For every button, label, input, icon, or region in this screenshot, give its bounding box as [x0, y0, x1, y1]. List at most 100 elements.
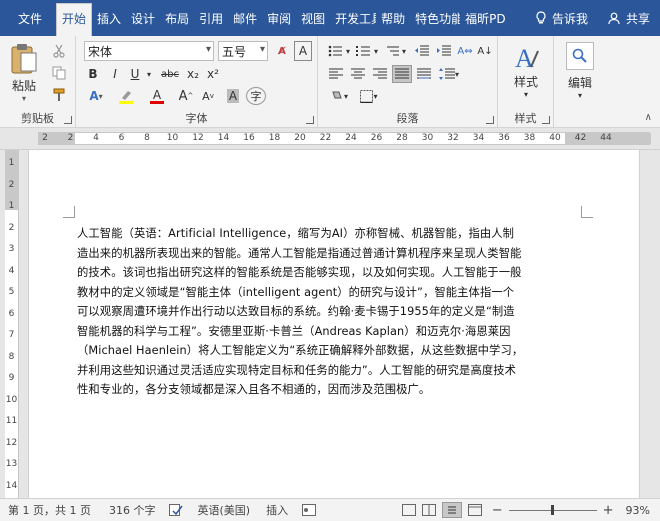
document-line[interactable]: 性和专业的，各分支领域都是深入且各不相通的，因而涉及范围极广。: [77, 380, 577, 400]
document-page[interactable]: 人工智能（英语：Artificial Intelligence，缩写为AI）亦称…: [28, 150, 640, 498]
tab-layout[interactable]: 布局: [160, 3, 194, 33]
increase-indent-button[interactable]: [434, 42, 454, 60]
clipboard-launcher-icon[interactable]: [64, 116, 72, 124]
tab-features[interactable]: 特色功能: [410, 3, 460, 33]
print-layout-icon[interactable]: [441, 502, 462, 518]
tab-review[interactable]: 审阅: [262, 3, 296, 33]
zoom-out-button[interactable]: −: [492, 503, 503, 518]
sort-button[interactable]: A↓: [476, 42, 494, 60]
tab-view[interactable]: 视图: [296, 3, 330, 33]
char-border-button[interactable]: A: [294, 41, 312, 61]
shrink-font-button[interactable]: Av: [198, 87, 218, 105]
font-group-label: 字体: [185, 112, 208, 125]
insert-mode[interactable]: 插入: [266, 502, 288, 518]
grow-font-button[interactable]: A ^: [176, 87, 196, 105]
borders-button[interactable]: ▾: [356, 87, 382, 105]
align-right-button[interactable]: [370, 65, 390, 83]
superscript-button[interactable]: x²: [204, 65, 222, 83]
vruler-number: 12: [5, 437, 18, 448]
document-line[interactable]: （Michael Haenlein）将人工智能定义为“系统正确解释外部数据，从这…: [77, 341, 577, 361]
web-layout-icon[interactable]: [467, 504, 482, 516]
zoom-level[interactable]: 93%: [626, 504, 650, 517]
document-body[interactable]: 人工智能（英语：Artificial Intelligence，缩写为AI）亦称…: [77, 224, 577, 400]
language[interactable]: 英语(美国): [197, 502, 250, 518]
editing-button[interactable]: 编辑 ▾: [558, 40, 602, 102]
document-line[interactable]: 造出来的机器所表现出来的智能。通常人工智能是指通过普通计算机程序来呈现人类智能: [77, 244, 577, 264]
clear-format-button[interactable]: A̸: [273, 41, 291, 61]
align-left-button[interactable]: [326, 65, 346, 83]
chevron-down-icon: ▾: [205, 44, 211, 55]
font-name-select[interactable]: 宋体 ▾: [84, 41, 214, 61]
zoom-slider-thumb[interactable]: [550, 504, 554, 515]
tab-references[interactable]: 引用: [194, 3, 228, 33]
paragraph-group-label: 段落: [396, 112, 419, 125]
tab-insert[interactable]: 插入: [92, 3, 126, 33]
document-line[interactable]: 教材中的定义领域是“智能主体（intelligent agent）的研究与设计”…: [77, 283, 577, 303]
underline-button[interactable]: U: [126, 65, 144, 83]
font-color-button[interactable]: A: [144, 87, 170, 105]
document-line[interactable]: 的技术。该词也指出研究这样的智能系统是否能够实现，以及如何实现。人工智能于一般: [77, 263, 577, 283]
document-line[interactable]: 人工智能（英语：Artificial Intelligence，缩写为AI）亦称…: [77, 224, 577, 244]
text-effects-button[interactable]: A ▾: [84, 87, 108, 105]
document-line[interactable]: 并利用这些知识通过灵活适应实现特定目标和任务的能力”。人工智能的研究是高度技术: [77, 361, 577, 381]
group-paragraph: ▾ ▾ ▾ A⇔ A↓ ▾ ▾ ▾ 段落: [318, 36, 498, 128]
highlighter-icon: [122, 90, 131, 100]
zoom-slider[interactable]: [508, 504, 597, 515]
document-line[interactable]: 可以观察周遭环境并作出行动以达致目标的系统。约翰·麦卡锡于1955年的定义是“制…: [77, 302, 577, 322]
font-launcher-icon[interactable]: [306, 116, 314, 124]
numbering-button[interactable]: ▾: [354, 42, 380, 60]
styles-button[interactable]: A 样式 ▾: [502, 40, 550, 102]
subscript-button[interactable]: x₂: [184, 65, 202, 83]
enclose-char-button[interactable]: 字: [246, 87, 266, 105]
shading-button[interactable]: ▾: [326, 87, 352, 105]
align-center-button[interactable]: [348, 65, 368, 83]
highlight-button[interactable]: [112, 87, 140, 105]
paste-button[interactable]: 粘贴 ▾: [6, 42, 42, 104]
document-line[interactable]: 智能机器的科学与工程”。安德里亚斯·卡普兰（Andreas Kaplan）和迈克…: [77, 322, 577, 342]
line-spacing-button[interactable]: ▾: [436, 65, 462, 83]
vertical-ruler[interactable]: 1 2 1 2 3 4 5 6 7 8 9 10 11 12 13 14: [5, 150, 19, 498]
strikethrough-button[interactable]: abc: [158, 65, 182, 83]
ruler-number: 24: [345, 133, 357, 143]
proofing-icon[interactable]: [169, 504, 184, 516]
tab-design[interactable]: 设计: [126, 3, 160, 33]
chinese-layout-button[interactable]: A⇔: [456, 42, 474, 60]
tab-help[interactable]: 帮助: [376, 3, 410, 33]
styles-launcher-icon[interactable]: [542, 116, 550, 124]
justify-button[interactable]: [392, 65, 412, 83]
focus-mode-icon[interactable]: [401, 504, 416, 516]
tab-foxit[interactable]: 福昕PD: [460, 3, 506, 33]
cut-button[interactable]: [50, 42, 68, 60]
tab-developer[interactable]: 开发工具: [330, 3, 376, 33]
macro-record-icon[interactable]: [302, 504, 317, 516]
underline-dropdown-icon[interactable]: ▾: [144, 65, 154, 83]
distributed-button[interactable]: [414, 65, 434, 83]
italic-button[interactable]: I: [106, 65, 124, 83]
vruler-number: 9: [8, 373, 15, 383]
bold-button[interactable]: B: [84, 65, 102, 83]
ruler-number: 44: [600, 133, 612, 143]
share-button[interactable]: 共享: [598, 10, 660, 27]
horizontal-ruler[interactable]: 2 2 4 6 8 10 12 14 16 18 20 22 24 26 28 30 32 34 36 38 40 42 4…: [0, 128, 660, 150]
format-painter-button[interactable]: [50, 86, 68, 104]
tab-file[interactable]: 文件: [0, 3, 56, 33]
collapse-ribbon-icon[interactable]: ∧: [645, 112, 652, 123]
tab-mailings[interactable]: 邮件: [228, 3, 262, 33]
copy-button[interactable]: [50, 64, 68, 82]
phonetic-guide-button[interactable]: A: [224, 87, 242, 105]
vruler-number: 2: [8, 222, 15, 233]
tab-home[interactable]: 开始: [56, 3, 93, 36]
paragraph-launcher-icon[interactable]: [486, 116, 494, 124]
bullets-button[interactable]: ▾: [326, 42, 352, 60]
ruler-number: 10: [166, 133, 179, 143]
ruler-number: 32: [447, 133, 459, 143]
indent-icon: [437, 45, 451, 56]
zoom-in-button[interactable]: +: [603, 503, 614, 518]
read-mode-icon[interactable]: [421, 504, 436, 516]
decrease-indent-button[interactable]: [412, 42, 432, 60]
page-count[interactable]: 第 1 页，共 1 页: [8, 502, 91, 518]
tell-me-search[interactable]: 告诉我: [525, 10, 598, 27]
font-size-select[interactable]: 五号 ▾: [218, 41, 268, 61]
multilevel-list-button[interactable]: ▾: [382, 42, 408, 60]
word-count[interactable]: 316 个字: [109, 502, 156, 518]
